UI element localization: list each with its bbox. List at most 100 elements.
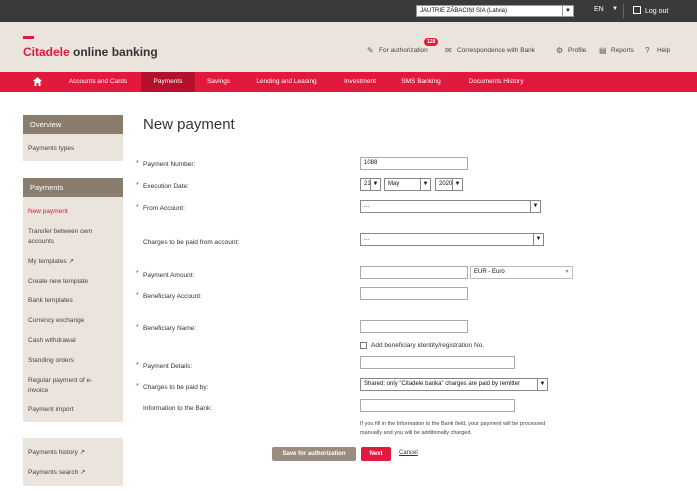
year-value: 2020: [439, 181, 453, 187]
reports-label: Reports: [611, 47, 634, 54]
main-nav: Accounts and Cards Payments Savings Lend…: [0, 72, 697, 92]
nav-lending-and-leasing[interactable]: Lending and Leasing: [242, 72, 331, 92]
logo-brand: Citadele: [23, 45, 70, 59]
profile-link[interactable]: ⚙ Profile: [556, 47, 586, 55]
beneficiary-name-label: Beneficiary Name:: [143, 325, 197, 332]
sidebar-item-standing-orders[interactable]: Standing orders: [28, 356, 118, 366]
nav-sms-banking[interactable]: SMS Banking: [389, 72, 453, 92]
correspondence-label: Correspondence with Bank: [457, 47, 536, 54]
payment-number-label: Payment Number:: [143, 161, 196, 168]
sidebar-item-currency-exchange[interactable]: Currency exchange: [28, 316, 118, 326]
chevron-down-icon: ▼: [537, 379, 547, 390]
beneficiary-account-input[interactable]: [360, 287, 468, 300]
from-account-label: From Account:: [143, 205, 185, 212]
correspondence-link[interactable]: ✉ Correspondence with Bank: [445, 47, 535, 55]
required-marker: *: [136, 324, 139, 331]
currency-select[interactable]: EUR - Euro ▾: [470, 266, 573, 279]
sidebar-item-transfer-own[interactable]: Transfer between own accounts: [28, 227, 118, 247]
nav-documents-history[interactable]: Documents History: [453, 72, 539, 92]
nav-accounts-and-cards[interactable]: Accounts and Cards: [55, 72, 141, 92]
home-icon[interactable]: [32, 76, 43, 87]
add-identity-checkbox[interactable]: [360, 342, 367, 349]
for-authorization-label: For authorization: [379, 47, 428, 54]
nav-payments[interactable]: Payments: [141, 72, 195, 92]
divider: [623, 4, 624, 18]
top-bar: JAUTRIE ZĀBACIŅI SIA (Latvia) ▼ EN ▼ Log…: [0, 0, 697, 22]
payment-number-input[interactable]: 1088: [360, 157, 468, 170]
sidebar-item-payments-search[interactable]: Payments search ↗: [28, 468, 118, 478]
nav-savings[interactable]: Savings: [195, 72, 242, 92]
day-select[interactable]: 21 ▼: [360, 178, 381, 191]
cancel-link[interactable]: Cancel: [399, 450, 418, 456]
logout-button[interactable]: Log out: [633, 6, 668, 15]
execution-date-label: Execution Date:: [143, 183, 189, 190]
sidebar-item-payments-history[interactable]: Payments history ↗: [28, 448, 118, 458]
sidebar-payments-header[interactable]: Payments: [23, 178, 123, 197]
chevron-down-icon: ▼: [452, 179, 462, 190]
sidebar-item-create-template[interactable]: Create new template: [28, 277, 118, 287]
sidebar-item-payments-types[interactable]: Payments types: [28, 144, 118, 154]
company-select[interactable]: JAUTRIE ZĀBACIŅI SIA (Latvia) ▼: [416, 5, 574, 17]
required-marker: *: [136, 383, 139, 390]
year-select[interactable]: 2020 ▼: [435, 178, 463, 191]
logo-text: online banking: [69, 45, 158, 59]
gear-icon: ⚙: [556, 46, 564, 55]
chevron-down-icon: ▼: [420, 179, 430, 190]
info-note: If you fill in the Information to the Ba…: [360, 421, 546, 436]
month-select[interactable]: May ▼: [384, 178, 431, 191]
info-to-bank-label: Information to the Bank:: [143, 405, 213, 412]
logout-icon: [633, 6, 641, 14]
pen-icon: ✎: [367, 46, 374, 55]
page-title: New payment: [143, 116, 235, 133]
sidebar-item-payment-import[interactable]: Payment import: [28, 405, 118, 415]
info-to-bank-input[interactable]: [360, 399, 515, 412]
sidebar-item-new-payment[interactable]: New payment: [28, 207, 118, 217]
charges-paid-by-select[interactable]: Shared: only "Citadele banka" charges ar…: [360, 378, 548, 391]
sidebar-overview-header[interactable]: Overview: [23, 115, 123, 134]
chevron-down-icon: ▼: [370, 179, 380, 190]
help-icon: ?: [645, 46, 650, 55]
caret-down-icon: ▾: [565, 269, 569, 275]
logo[interactable]: Citadele online banking: [23, 45, 158, 59]
currency-value: EUR - Euro: [474, 269, 505, 275]
chevron-down-icon: ▼: [533, 234, 543, 245]
help-label: Help: [657, 47, 671, 54]
payment-amount-input[interactable]: [360, 266, 468, 279]
sidebar-item-regular-einvoice[interactable]: Regular payment of e-invoice: [28, 376, 100, 396]
profile-label: Profile: [568, 47, 587, 54]
help-link[interactable]: ? Help: [645, 47, 670, 55]
from-account-select[interactable]: ... ▼: [360, 200, 541, 213]
nav-investment[interactable]: Investment: [331, 72, 389, 92]
sidebar-item-cash-withdrawal[interactable]: Cash withdrawal: [28, 336, 118, 346]
payment-amount-label: Payment Amount:: [143, 272, 195, 279]
required-marker: *: [136, 182, 139, 189]
logout-label: Log out: [645, 8, 669, 15]
next-button[interactable]: Next: [361, 447, 391, 461]
beneficiary-account-label: Beneficiary Account:: [143, 293, 202, 300]
envelope-icon: ✉: [445, 46, 452, 55]
save-for-authorization-button[interactable]: Save for authorization: [272, 447, 356, 461]
sidebar-item-my-templates[interactable]: My templates ↗: [28, 257, 118, 267]
charges-from-account-label: Charges to be paid from account:: [143, 239, 240, 246]
required-marker: *: [136, 204, 139, 211]
required-marker: *: [136, 362, 139, 369]
chevron-down-icon: ▼: [562, 6, 573, 16]
beneficiary-name-input[interactable]: [360, 320, 468, 333]
month-value: May: [388, 181, 400, 187]
required-marker: *: [136, 270, 139, 277]
sidebar-item-bank-templates[interactable]: Bank templates: [28, 296, 118, 306]
reports-link[interactable]: ▤ Reports: [599, 47, 634, 55]
payment-details-input[interactable]: [360, 356, 515, 369]
company-select-value: JAUTRIE ZĀBACIŅI SIA (Latvia): [420, 8, 508, 14]
for-authorization-link[interactable]: ✎ For authorization: [367, 47, 428, 55]
document-icon: ▤: [599, 46, 607, 55]
add-identity-label[interactable]: Add beneficiary identity/registration No…: [371, 342, 484, 349]
logo-mark: [23, 36, 34, 39]
caret-down-icon[interactable]: ▼: [612, 6, 618, 12]
language-select[interactable]: EN: [594, 6, 604, 13]
payment-details-label: Payment Details:: [143, 363, 193, 370]
sidebar-history-box: [23, 438, 123, 486]
charges-from-account-value: ...: [364, 236, 370, 242]
charges-from-account-select[interactable]: ... ▼: [360, 233, 544, 246]
authorization-count-badge: 128: [424, 38, 439, 46]
